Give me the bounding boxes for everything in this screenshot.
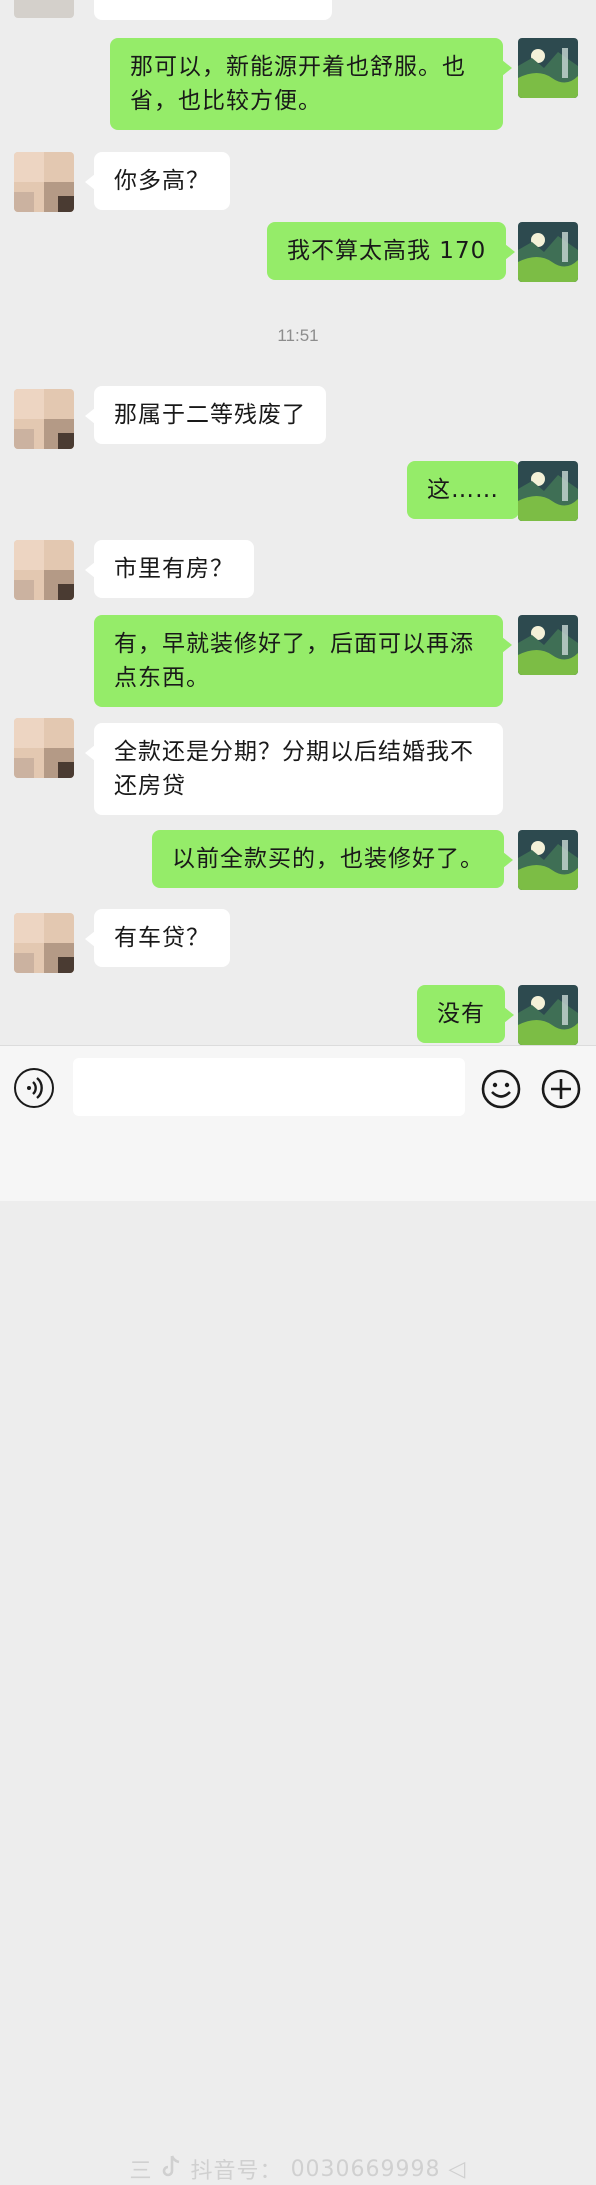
message-bubble-outgoing[interactable]: 有，早就装修好了，后面可以再添点东西。: [94, 615, 512, 707]
message-bubble-incoming[interactable]: 全款还是分期？分期以后结婚我不还房贷: [85, 723, 503, 815]
my-avatar[interactable]: [518, 222, 578, 282]
message-bubble-incoming[interactable]: 你多高？: [85, 152, 230, 210]
message-bubble-outgoing[interactable]: 这……: [407, 461, 528, 519]
message-text: 以前全款买的，也装修好了。: [172, 846, 484, 872]
my-avatar[interactable]: [518, 38, 578, 98]
contact-avatar[interactable]: [14, 540, 74, 600]
my-avatar[interactable]: [518, 985, 578, 1045]
message-text: 全款还是分期？分期以后结婚我不还房贷: [114, 739, 474, 799]
message-input[interactable]: [73, 1058, 465, 1116]
message-text: 你多高？: [114, 168, 210, 194]
message-text: 这……: [427, 477, 499, 503]
message-text: 市里有房？: [114, 556, 234, 582]
message-bubble-outgoing[interactable]: 没有: [417, 985, 514, 1043]
message-text: 有，早就装修好了，后面可以再添点东西。: [114, 631, 474, 691]
message-text: 那属于二等残废了: [114, 402, 306, 428]
message-bubble-incoming[interactable]: 有车贷？: [85, 909, 230, 967]
plus-icon[interactable]: [540, 1068, 582, 1110]
watermark-prefix: 三: [129, 2159, 153, 2184]
emoji-icon[interactable]: [480, 1068, 522, 1110]
watermark: 三 抖音号： 0030669998 ◁: [0, 2153, 596, 2184]
my-avatar[interactable]: [518, 830, 578, 890]
message-bubble-outgoing[interactable]: 以前全款买的，也装修好了。: [152, 830, 513, 888]
message-bubble-incoming[interactable]: 市里有房？: [85, 540, 254, 598]
voice-icon[interactable]: [14, 1068, 54, 1108]
partial-avatar: [14, 0, 74, 18]
message-text: 我不算太高我 170: [287, 238, 487, 264]
contact-avatar[interactable]: [14, 389, 74, 449]
message-bubble-outgoing[interactable]: 那可以，新能源开着也舒服。也省，也比较方便。: [110, 38, 512, 130]
input-bar: 三 抖音号： 0030669998 ◁: [0, 1045, 596, 2184]
contact-avatar[interactable]: [14, 152, 74, 212]
contact-avatar[interactable]: [14, 718, 74, 778]
message-timestamp: 11:51: [277, 326, 319, 345]
message-bubble-outgoing[interactable]: 我不算太高我 170: [267, 222, 516, 280]
my-avatar[interactable]: [518, 615, 578, 675]
message-text: 没有: [437, 1001, 485, 1027]
watermark-suffix: ◁: [448, 2156, 467, 2182]
watermark-label: 抖音号：: [190, 2159, 283, 2184]
message-bubble-incoming[interactable]: 那属于二等残废了: [85, 386, 326, 444]
message-text: 那可以，新能源开着也舒服。也省，也比较方便。: [130, 54, 466, 114]
chat-area[interactable]: 那可以，新能源开着也舒服。也省，也比较方便。 你多高？ 我不算太高我 170 1…: [0, 0, 596, 1045]
watermark-id: 0030669998: [290, 2156, 441, 2182]
my-avatar[interactable]: [518, 461, 578, 521]
partial-message-bubble: [94, 0, 332, 20]
douyin-icon: [161, 2154, 183, 2184]
message-text: 有车贷？: [114, 925, 210, 951]
contact-avatar[interactable]: [14, 913, 74, 973]
